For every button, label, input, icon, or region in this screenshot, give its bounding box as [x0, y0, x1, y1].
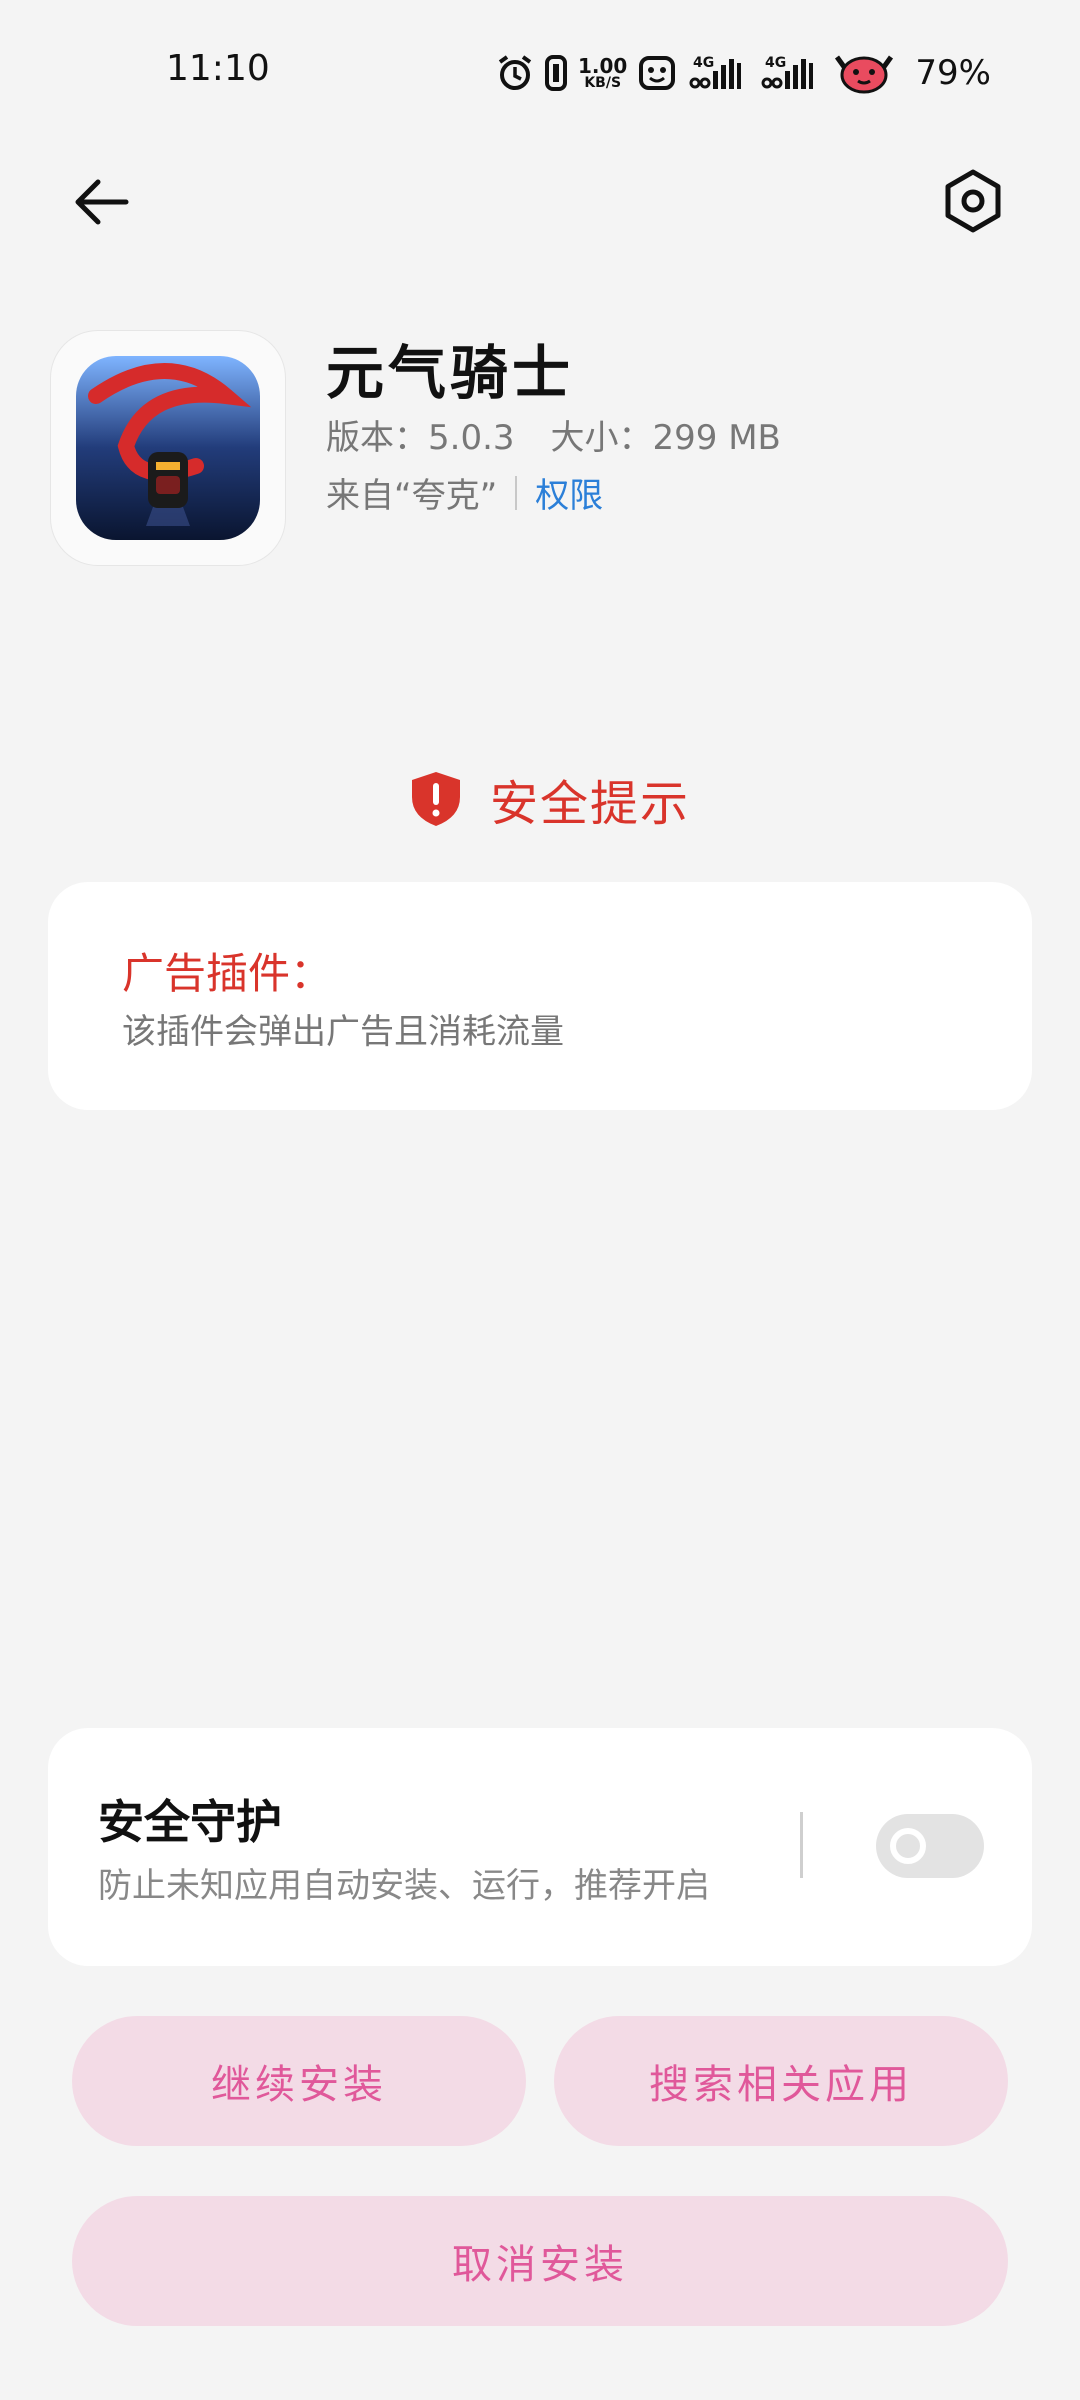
battery-percentage: 79%: [915, 53, 991, 93]
app-meta: 版本：5.0.3 大小：299 MB: [326, 410, 817, 459]
app-source-row: 来自“夸克” 权限: [326, 468, 603, 517]
face-icon: [637, 54, 677, 92]
net-speed-unit: KB/S: [584, 75, 622, 91]
divider: [515, 475, 518, 510]
warning-title: 安全提示: [490, 776, 691, 832]
app-size: 大小：299 MB: [550, 418, 781, 458]
warning-header: 安全提示: [408, 764, 690, 834]
signal-icon: 4G: [759, 53, 821, 93]
net-speed: 1.00 KB/S: [578, 56, 627, 90]
status-time: 11:10: [166, 48, 270, 89]
app-version: 版本：5.0.3: [326, 418, 515, 458]
network-label-1: 4G: [693, 55, 714, 71]
permissions-link[interactable]: 权限: [535, 468, 603, 517]
cancel-install-button[interactable]: 取消安装: [72, 2196, 1008, 2326]
app-source: 来自“夸克”: [326, 476, 498, 516]
signal-icon: 4G: [687, 53, 749, 93]
protection-toggle[interactable]: [876, 1814, 984, 1878]
status-icons: 1.00 KB/S 4G 4G 79%: [496, 48, 991, 98]
vibrate-icon: [544, 54, 568, 92]
shield-alert-icon: [412, 772, 460, 826]
continue-install-button[interactable]: 继续安装: [72, 2016, 526, 2146]
toggle-knob: [890, 1828, 926, 1864]
protection-title: 安全守护: [98, 1795, 282, 1849]
protection-description: 防止未知应用自动安装、运行，推荐开启: [98, 1866, 710, 1906]
warning-label: 广告插件：: [122, 949, 333, 998]
divider: [800, 1812, 803, 1878]
network-label-2: 4G: [765, 55, 786, 71]
app-icon: [76, 356, 260, 540]
warning-description: 该插件会弹出广告且消耗流量: [122, 1012, 564, 1052]
alarm-icon: [496, 54, 534, 92]
search-related-apps-button[interactable]: 搜索相关应用: [554, 2016, 1008, 2146]
app-name: 元气骑士: [326, 339, 575, 407]
devil-icon: [831, 51, 897, 95]
hexagon-gear-icon: [945, 169, 1001, 233]
arrow-left-icon: [75, 179, 129, 225]
back-button[interactable]: [68, 170, 132, 234]
net-speed-value: 1.00: [578, 54, 628, 78]
settings-button[interactable]: [940, 168, 1006, 234]
